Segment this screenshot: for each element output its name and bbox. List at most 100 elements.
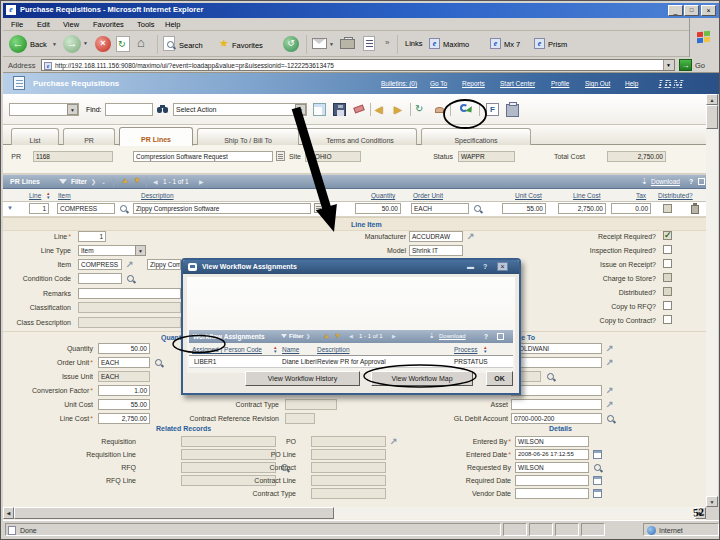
entered-date-field[interactable]: 2008-06-26 17:12:55	[515, 449, 589, 460]
view-workflow-history-button[interactable]: View Workflow History	[245, 371, 360, 386]
ok-button[interactable]: OK	[486, 371, 513, 386]
requested-for-detail-icon[interactable]	[606, 344, 614, 353]
stop-button[interactable]: ×	[95, 36, 111, 52]
select-action-combobox[interactable]: Select Action	[173, 103, 307, 116]
cell-tax[interactable]: 0.00	[611, 203, 651, 214]
cell-order-unit[interactable]: EACH	[411, 203, 469, 214]
scroll-down-button[interactable]: ▼	[706, 496, 718, 507]
requested-by-lookup-icon[interactable]	[593, 463, 603, 473]
row-long-description-icon[interactable]	[314, 203, 323, 213]
condition-code-field[interactable]	[78, 273, 122, 284]
wf-col-person[interactable]: Assigned | Person Code	[192, 346, 262, 353]
item-desc-field[interactable]: Zippy Compression Software	[147, 259, 181, 270]
minimize-button[interactable]: _	[668, 5, 683, 16]
col-item[interactable]: Item	[58, 192, 71, 199]
status-field[interactable]: WAPPR	[458, 151, 515, 162]
header-link-bulletins[interactable]: Bulletins: (0)	[381, 80, 417, 87]
binoculars-icon[interactable]	[157, 105, 169, 114]
tab-pr-lines[interactable]: PR Lines	[119, 127, 193, 146]
delete-row-icon[interactable]	[691, 205, 699, 214]
link-mx7[interactable]: e Mx 7	[490, 36, 532, 54]
next-page-icon[interactable]: ▶	[199, 178, 204, 185]
go-button[interactable]: →	[679, 59, 692, 71]
cell-line-cost[interactable]: 2,750.00	[558, 203, 606, 214]
close-button[interactable]: ×	[701, 5, 716, 16]
header-link-goto[interactable]: Go To	[430, 80, 447, 87]
receipt-required-checkbox[interactable]	[663, 231, 672, 240]
favorites-button[interactable]: ★ Favorites	[219, 35, 277, 55]
location-detail-icon[interactable]	[606, 358, 614, 367]
pr-field[interactable]: 1168	[33, 151, 113, 162]
wf-download-link[interactable]: Download	[439, 333, 466, 339]
tab-terms[interactable]: Terms and Conditions	[303, 128, 417, 145]
create-kpi-icon[interactable]	[433, 103, 446, 116]
asset-detail-icon[interactable]	[606, 400, 614, 409]
wf-col-process[interactable]: Process	[454, 346, 477, 353]
item-detail-icon[interactable]	[126, 260, 134, 269]
col-tax[interactable]: Tax	[636, 192, 646, 199]
dialog-help-icon[interactable]: ?	[483, 263, 487, 270]
scroll-up-button[interactable]: ▲	[706, 94, 718, 105]
line-field[interactable]: 1	[78, 231, 106, 242]
item-lookup-icon[interactable]	[119, 204, 129, 214]
col-line[interactable]: Line	[29, 192, 41, 199]
toolbar-chevron-icon[interactable]: »	[385, 38, 389, 47]
col-description[interactable]: Description	[141, 192, 174, 199]
horizontal-scrollbar[interactable]: ◀ ▶	[3, 507, 706, 519]
print-button[interactable]	[340, 39, 355, 49]
work-order-detail-icon[interactable]	[606, 386, 614, 395]
pr-lines-row[interactable]: ▼ 1 COMPRESS Zippy Compression Software …	[3, 202, 706, 217]
vertical-scrollbar[interactable]: ▲ ▼	[706, 94, 718, 507]
wf-filter-expand-icon[interactable]: ❯	[306, 333, 310, 339]
filter-expand-icon[interactable]: ❯	[91, 178, 96, 185]
line-type-dropdown-icon[interactable]	[135, 245, 146, 256]
find-input[interactable]	[105, 103, 153, 116]
wf-row[interactable]: LIBER1 Diane Liberi Review PR for Approv…	[189, 356, 513, 368]
issue-unit-field[interactable]: EACH	[98, 371, 150, 382]
dialog-close-icon[interactable]: ×	[497, 262, 508, 271]
condition-code-lookup-icon[interactable]	[126, 274, 136, 284]
mail-button[interactable]	[312, 38, 327, 49]
gl-debit-lookup-icon[interactable]	[606, 414, 616, 424]
required-date-field[interactable]	[515, 475, 589, 486]
wf-sort-asc-icon[interactable]: ▲	[323, 331, 330, 341]
classification-field[interactable]	[78, 302, 181, 313]
view-workflow-map-button[interactable]: View Workflow Map	[371, 371, 473, 386]
reports-icon[interactable]: F	[486, 103, 499, 116]
menu-tools[interactable]: Tools	[137, 20, 155, 29]
header-link-reports[interactable]: Reports	[462, 80, 485, 87]
po-line-field[interactable]	[311, 449, 386, 460]
vendor-date-calendar-icon[interactable]	[593, 489, 602, 498]
clear-changes-icon[interactable]	[353, 103, 366, 116]
wf-prev-page-icon[interactable]: ◀	[349, 333, 353, 339]
header-link-signout[interactable]: Sign Out	[585, 80, 610, 87]
entered-by-field[interactable]: WILSON	[515, 436, 589, 447]
wf-col-description[interactable]: Description	[317, 346, 350, 353]
cell-unit-cost[interactable]: 55.00	[502, 203, 546, 214]
contract-type-field[interactable]	[285, 399, 337, 410]
required-date-calendar-icon[interactable]	[593, 476, 602, 485]
cell-quantity[interactable]: 50.00	[355, 203, 401, 214]
change-status-icon[interactable]: ↻	[415, 103, 428, 116]
help-icon[interactable]: ?	[689, 178, 693, 185]
col-order-unit[interactable]: Order Unit	[413, 192, 443, 199]
prev-page-icon[interactable]: ◀	[153, 178, 158, 185]
next-record-icon[interactable]: ▶	[394, 103, 407, 116]
wf-next-page-icon[interactable]: ▶	[392, 333, 396, 339]
scroll-left-button[interactable]: ◀	[3, 507, 14, 519]
rr-contract-type-field[interactable]	[311, 488, 386, 499]
tab-ship-to[interactable]: Ship To / Bill To	[197, 128, 299, 145]
menu-favorites[interactable]: Favorites	[93, 20, 124, 29]
copy-to-contract-checkbox[interactable]	[663, 315, 672, 324]
entered-date-calendar-icon[interactable]	[593, 450, 602, 459]
col-line-cost[interactable]: Line Cost	[573, 192, 600, 199]
contract-field[interactable]	[311, 462, 386, 473]
requested-by-field[interactable]: WILSON	[515, 462, 589, 473]
quantity-field[interactable]: 50.00	[98, 343, 150, 354]
manufacturer-field[interactable]: ACCUDRAW	[409, 231, 463, 242]
hscroll-thumb[interactable]	[14, 507, 334, 519]
unit-cost-field[interactable]: 55.00	[98, 399, 150, 410]
col-distributed[interactable]: Distributed?	[658, 192, 693, 199]
header-link-help[interactable]: Help	[625, 80, 638, 87]
print-report-icon[interactable]	[506, 104, 519, 117]
